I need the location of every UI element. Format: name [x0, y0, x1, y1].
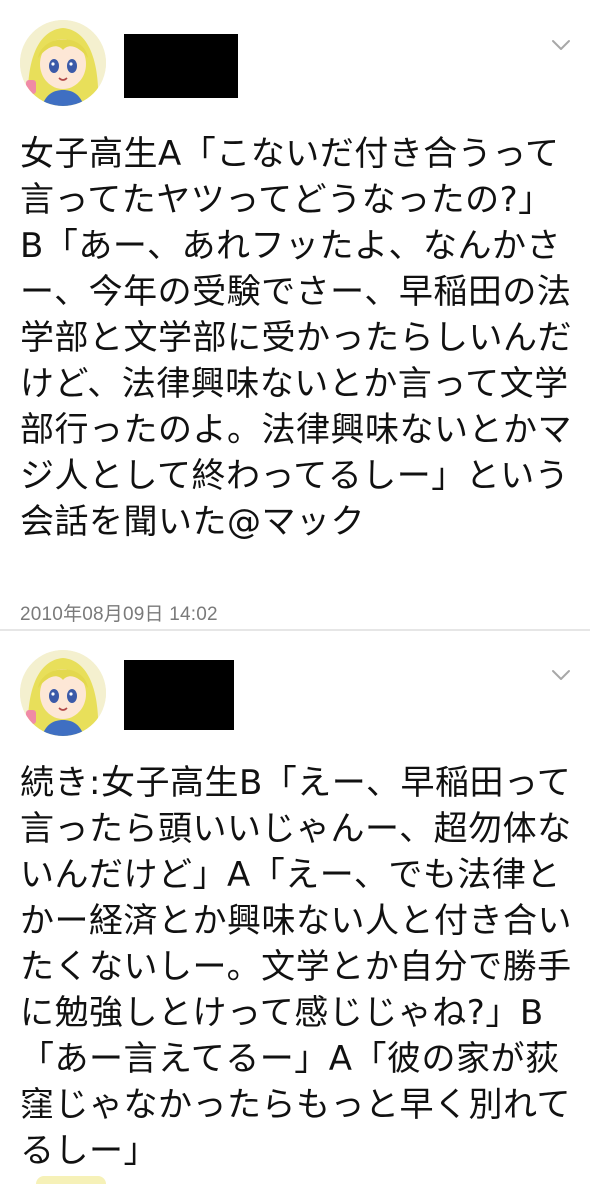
chevron-down-icon: [550, 38, 572, 52]
tweet-divider: [0, 629, 590, 631]
avatar[interactable]: [20, 650, 106, 736]
tweet-timestamp: 2010年08月09日 14:02: [20, 604, 218, 625]
anime-girl-avatar-icon: [20, 20, 106, 106]
chevron-down-icon: [550, 668, 572, 682]
tweet-menu-button[interactable]: [550, 38, 572, 52]
tweet-text: 女子高生A「こないだ付き合うって言ってたヤツってどうなったの?」B「あー、あれフ…: [20, 134, 572, 542]
avatar[interactable]: [20, 20, 106, 106]
next-tweet-avatar-peek: [36, 1176, 106, 1184]
tweet-text: 続き:女子高生B「えー、早稲田って言ったら頭いいじゃんー、超勿体ないんだけど」A…: [20, 763, 572, 1171]
redacted-username: [124, 34, 238, 98]
tweet-1[interactable]: 女子高生A「こないだ付き合うって言ってたヤツってどうなったの?」B「あー、あれフ…: [0, 0, 590, 628]
anime-girl-avatar-icon: [20, 650, 106, 736]
tweet-2[interactable]: 続き:女子高生B「えー、早稲田って言ったら頭いいじゃんー、超勿体ないんだけど」A…: [0, 632, 590, 1184]
redacted-username: [124, 660, 234, 730]
tweet-menu-button[interactable]: [550, 668, 572, 682]
